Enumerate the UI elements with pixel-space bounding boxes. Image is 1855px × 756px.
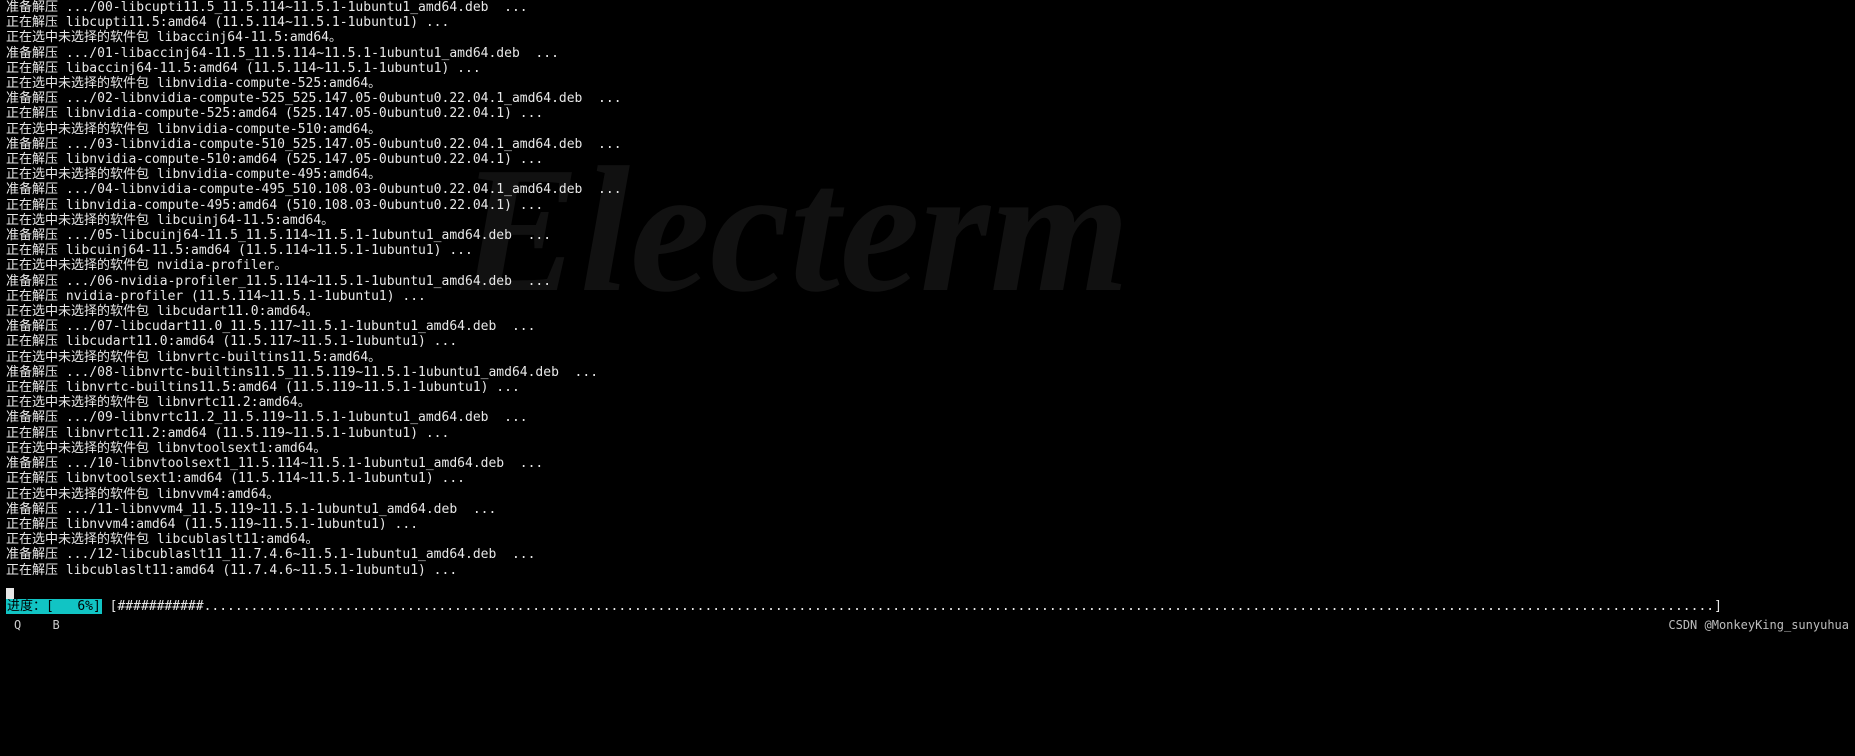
terminal-line: 准备解压 .../02-libnvidia-compute-525_525.14… <box>6 91 1849 106</box>
progress-label: 进度：[ 6%] <box>6 599 102 614</box>
progress-bar: [###########............................… <box>102 599 1722 614</box>
terminal-line: 正在选中未选择的软件包 libnvtoolsext1:amd64。 <box>6 441 1849 456</box>
terminal-line: 准备解压 .../11-libnvvm4_11.5.119~11.5.1-1ub… <box>6 502 1849 517</box>
terminal-line: 正在选中未选择的软件包 libnvidia-compute-510:amd64。 <box>6 122 1849 137</box>
terminal-line: 准备解压 .../03-libnvidia-compute-510_525.14… <box>6 137 1849 152</box>
terminal-line: 正在解压 libnvidia-compute-510:amd64 (525.14… <box>6 152 1849 167</box>
hotkey-q[interactable]: Q <box>14 618 21 632</box>
terminal-line: 正在选中未选择的软件包 libcublaslt11:amd64。 <box>6 532 1849 547</box>
terminal-line: 正在解压 libnvrtc11.2:amd64 (11.5.119~11.5.1… <box>6 426 1849 441</box>
bottom-bar: Q B <box>0 618 1855 636</box>
terminal-line: 正在选中未选择的软件包 libnvrtc-builtins11.5:amd64。 <box>6 350 1849 365</box>
terminal-line: 准备解压 .../09-libnvrtc11.2_11.5.119~11.5.1… <box>6 410 1849 425</box>
terminal-line: 准备解压 .../12-libcublaslt11_11.7.4.6~11.5.… <box>6 547 1849 562</box>
terminal-line: 正在选中未选择的软件包 libnvrtc11.2:amd64。 <box>6 395 1849 410</box>
terminal-line: 正在解压 libnvidia-compute-495:amd64 (510.10… <box>6 198 1849 213</box>
terminal-line: 正在选中未选择的软件包 libnvvm4:amd64。 <box>6 487 1849 502</box>
terminal-line: 准备解压 .../01-libaccinj64-11.5_11.5.114~11… <box>6 46 1849 61</box>
terminal-line: 正在解压 libcupti11.5:amd64 (11.5.114~11.5.1… <box>6 15 1849 30</box>
terminal-line: 正在选中未选择的软件包 libnvidia-compute-525:amd64。 <box>6 76 1849 91</box>
terminal-line: 正在解压 nvidia-profiler (11.5.114~11.5.1-1u… <box>6 289 1849 304</box>
terminal-line: 准备解压 .../00-libcupti11.5_11.5.114~11.5.1… <box>6 0 1849 15</box>
terminal-line: 正在选中未选择的软件包 libcuinj64-11.5:amd64。 <box>6 213 1849 228</box>
terminal-line: 正在解压 libcudart11.0:amd64 (11.5.117~11.5.… <box>6 334 1849 349</box>
terminal-line: 准备解压 .../10-libnvtoolsext1_11.5.114~11.5… <box>6 456 1849 471</box>
terminal-line: 准备解压 .../06-nvidia-profiler_11.5.114~11.… <box>6 274 1849 289</box>
terminal-line: 正在选中未选择的软件包 libaccinj64-11.5:amd64。 <box>6 30 1849 45</box>
terminal-line: 正在解压 libnvvm4:amd64 (11.5.119~11.5.1-1ub… <box>6 517 1849 532</box>
attribution-text: CSDN @MonkeyKing_sunyuhua <box>1668 618 1849 633</box>
terminal-line: 正在选中未选择的软件包 nvidia-profiler。 <box>6 258 1849 273</box>
terminal-line: 准备解压 .../07-libcudart11.0_11.5.117~11.5.… <box>6 319 1849 334</box>
terminal-output[interactable]: 准备解压 .../00-libcupti11.5_11.5.114~11.5.1… <box>0 0 1855 592</box>
terminal-line: 准备解压 .../04-libnvidia-compute-495_510.10… <box>6 182 1849 197</box>
terminal-line: 正在选中未选择的软件包 libcudart11.0:amd64。 <box>6 304 1849 319</box>
terminal-window[interactable]: Electerm 准备解压 .../00-libcupti11.5_11.5.1… <box>0 0 1855 756</box>
terminal-line: 正在选中未选择的软件包 libnvidia-compute-495:amd64。 <box>6 167 1849 182</box>
hotkey-b[interactable]: B <box>52 618 59 632</box>
progress-row: 进度：[ 6%] [###########...................… <box>6 599 1849 614</box>
terminal-line: 正在解压 libnvidia-compute-525:amd64 (525.14… <box>6 106 1849 121</box>
terminal-line: 正在解压 libnvtoolsext1:amd64 (11.5.114~11.5… <box>6 471 1849 486</box>
terminal-line: 正在解压 libnvrtc-builtins11.5:amd64 (11.5.1… <box>6 380 1849 395</box>
terminal-line: 准备解压 .../05-libcuinj64-11.5_11.5.114~11.… <box>6 228 1849 243</box>
terminal-line: 正在解压 libcublaslt11:amd64 (11.7.4.6~11.5.… <box>6 563 1849 578</box>
terminal-line: 正在解压 libaccinj64-11.5:amd64 (11.5.114~11… <box>6 61 1849 76</box>
terminal-line: 正在解压 libcuinj64-11.5:amd64 (11.5.114~11.… <box>6 243 1849 258</box>
terminal-line: 准备解压 .../08-libnvrtc-builtins11.5_11.5.1… <box>6 365 1849 380</box>
